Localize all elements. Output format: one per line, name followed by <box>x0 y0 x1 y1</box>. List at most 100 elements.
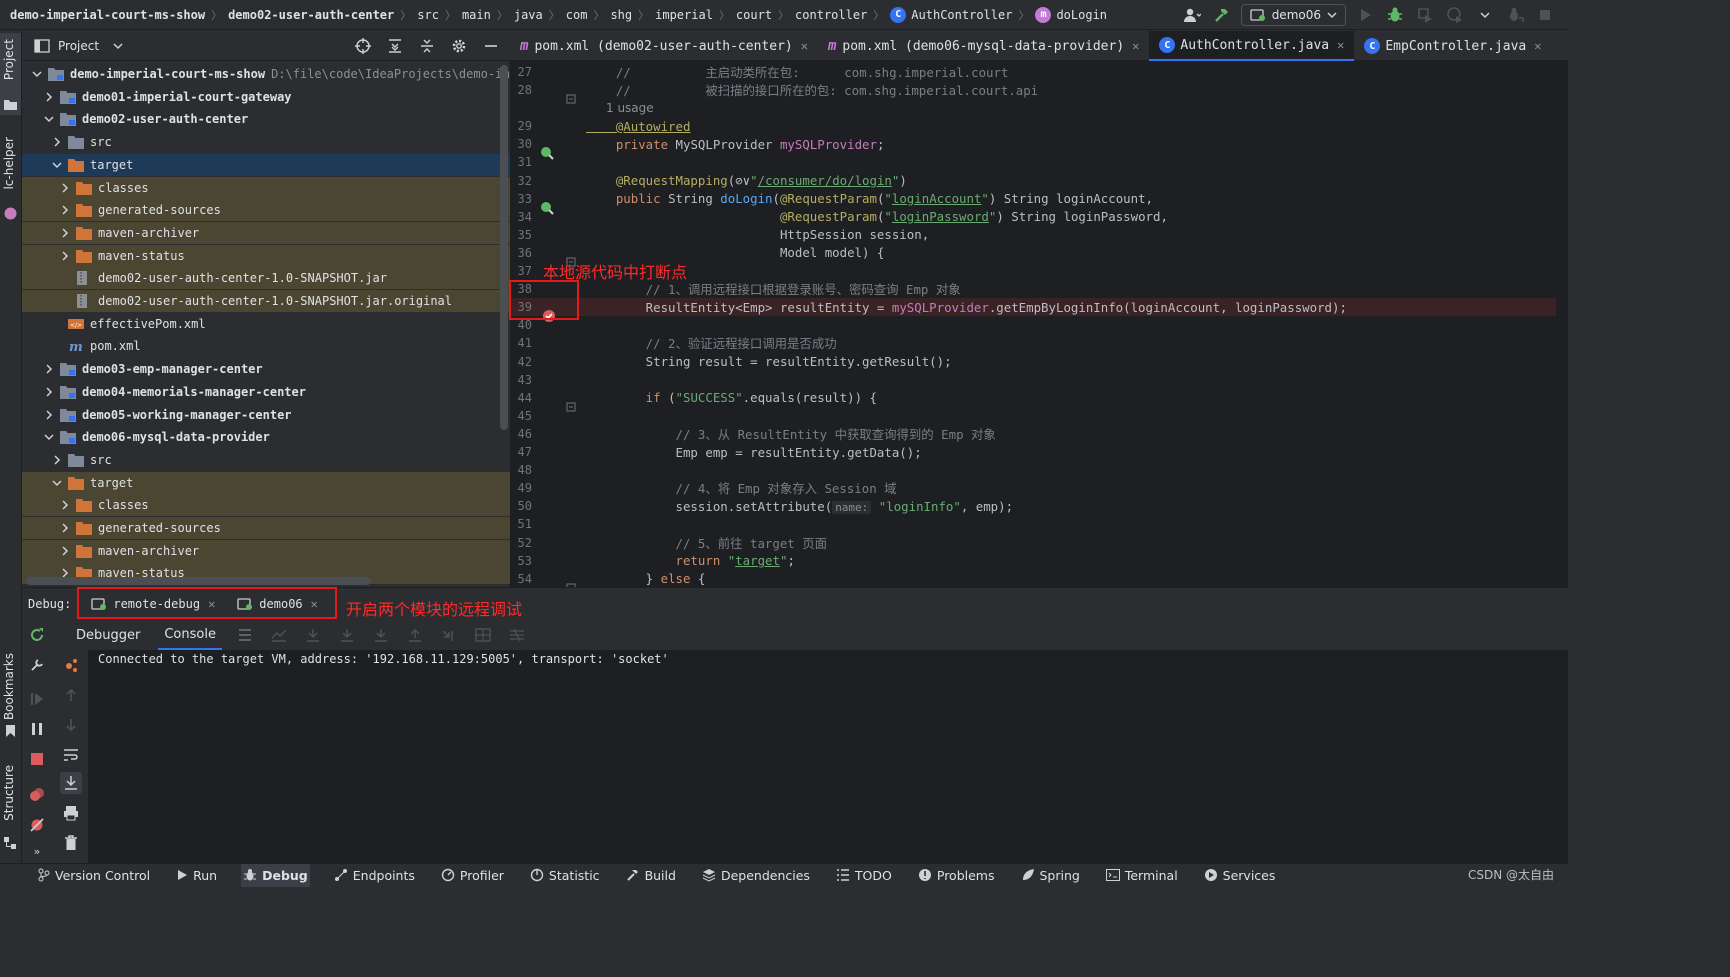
line-number[interactable]: 40 <box>510 318 532 332</box>
tool-window-button[interactable]: Statistic <box>528 864 602 887</box>
code-line[interactable]: 28 // 被扫描的接口所在的包: com.shg.imperial.court… <box>510 81 1568 104</box>
structure-tool-button[interactable]: Structure <box>0 763 21 853</box>
tree-row[interactable]: generated-sources <box>22 517 510 539</box>
line-number[interactable]: 44 <box>510 391 532 405</box>
locate-target-icon[interactable] <box>352 35 374 57</box>
editor-scrollbar[interactable] <box>1556 61 1568 587</box>
attach-debugger-icon[interactable] <box>1504 4 1526 26</box>
tree-row[interactable]: generated-sources <box>22 199 510 222</box>
line-number[interactable]: 52 <box>510 536 532 550</box>
tree-row[interactable]: demo02-user-auth-center-1.0-SNAPSHOT.jar <box>22 267 510 290</box>
line-number[interactable]: 49 <box>510 481 532 495</box>
code-line[interactable]: 52 // 5、前往 target 页面 <box>510 534 1568 552</box>
gear-icon[interactable] <box>448 35 470 57</box>
line-number[interactable]: 30 <box>510 137 532 151</box>
print-icon[interactable] <box>60 802 82 824</box>
coverage-icon[interactable] <box>1414 4 1436 26</box>
line-number[interactable]: 50 <box>510 499 532 513</box>
rerun-icon[interactable] <box>26 624 48 646</box>
soft-wrap-icon[interactable] <box>60 744 82 766</box>
line-number[interactable]: 45 <box>510 409 532 423</box>
project-tool-button[interactable]: Project <box>0 33 21 115</box>
tool-window-button[interactable]: Debug <box>241 863 310 887</box>
tree-row[interactable]: </> effectivePom.xml <box>22 313 510 335</box>
tree-row[interactable]: src <box>22 449 510 471</box>
minimize-icon[interactable] <box>480 35 502 57</box>
line-number[interactable]: 27 <box>510 65 532 79</box>
close-icon[interactable]: ✕ <box>801 39 808 53</box>
chevron-right-icon[interactable] <box>58 498 72 512</box>
line-number[interactable]: 51 <box>510 517 532 531</box>
line-number[interactable]: 36 <box>510 246 532 260</box>
user-icon[interactable] <box>1181 4 1203 26</box>
line-number[interactable]: 43 <box>510 373 532 387</box>
project-tree-horizontal-scrollbar[interactable] <box>26 577 371 585</box>
editor-tab[interactable]: C AuthController.java ✕ <box>1149 31 1355 61</box>
code-line[interactable]: 47 Emp emp = resultEntity.getData(); <box>510 443 1568 461</box>
code-line[interactable]: 33 public String doLogin(@RequestParam("… <box>510 190 1568 215</box>
breadcrumb-item[interactable]: imperial <box>655 8 713 22</box>
chevron-down-icon[interactable] <box>42 430 56 444</box>
tree-row[interactable]: target <box>22 153 510 176</box>
tree-row[interactable]: demo-imperial-court-ms-show D:\file\code\… <box>22 63 510 85</box>
chevron-right-icon[interactable] <box>50 453 64 467</box>
code-line[interactable]: 27 // 主启动类所在包: com.shg.imperial.court <box>510 63 1568 81</box>
view-breakpoints-icon[interactable] <box>26 784 48 806</box>
line-number[interactable]: 42 <box>510 355 532 369</box>
project-panel-title[interactable]: Project <box>58 39 99 53</box>
code-line[interactable]: 43 <box>510 371 1568 389</box>
breadcrumb-item[interactable]: src <box>417 8 439 22</box>
tool-window-button[interactable]: Terminal <box>1104 864 1180 887</box>
line-number[interactable]: 48 <box>510 463 532 477</box>
tool-window-button[interactable]: Version Control <box>36 864 152 887</box>
collapse-all-icon[interactable] <box>416 35 438 57</box>
chevron-right-icon[interactable] <box>58 249 72 263</box>
tool-window-button[interactable]: Spring <box>1019 864 1082 887</box>
scroll-to-end-icon[interactable] <box>60 772 82 794</box>
stop-icon[interactable] <box>1534 4 1556 26</box>
chevron-right-icon[interactable] <box>58 181 72 195</box>
line-number[interactable]: 37 <box>510 264 532 278</box>
run-to-cursor-icon[interactable] <box>438 624 460 646</box>
tab-console[interactable]: Console <box>158 620 222 650</box>
tree-row[interactable]: demo05-working-manager-center <box>22 404 510 426</box>
code-line[interactable]: 30 private MySQLProvider mySQLProvider; <box>510 135 1568 161</box>
evaluate-expression-icon[interactable] <box>472 624 494 646</box>
line-number[interactable]: 53 <box>510 554 532 568</box>
chevron-right-icon[interactable] <box>58 226 72 240</box>
line-number[interactable]: 41 <box>510 336 532 350</box>
code-line[interactable]: 45 <box>510 407 1568 425</box>
lc-helper-tool-button[interactable]: lc-helper <box>0 131 21 226</box>
code-line[interactable]: 34 @RequestParam("loginPassword") String… <box>510 208 1568 226</box>
code-line[interactable]: 39 ResultEntity<Emp> resultEntity = mySQ… <box>510 298 1568 323</box>
build-hammer-icon[interactable] <box>1211 4 1233 26</box>
chevron-down-icon[interactable] <box>30 67 44 81</box>
chevron-right-icon[interactable] <box>42 90 56 104</box>
editor-tab[interactable]: m pom.xml (demo02-user-auth-center) ✕ <box>510 31 818 61</box>
trash-icon[interactable] <box>60 832 82 854</box>
code-line[interactable]: 54 } else { <box>510 570 1568 587</box>
tree-row[interactable]: demo02-user-auth-center-1.0-SNAPSHOT.jar… <box>22 290 510 312</box>
close-icon[interactable]: ✕ <box>1132 39 1139 53</box>
expand-all-icon[interactable] <box>384 35 406 57</box>
more-run-chevron-icon[interactable] <box>1474 4 1496 26</box>
tree-row[interactable]: demo04-memorials-manager-center <box>22 381 510 403</box>
hamburger-menu-icon[interactable] <box>234 624 256 646</box>
line-number[interactable]: 28 <box>510 83 532 97</box>
show-execution-point-icon[interactable] <box>268 624 290 646</box>
breadcrumb-item[interactable]: m doLogin <box>1035 6 1107 23</box>
trace-icon[interactable] <box>506 624 528 646</box>
code-line[interactable]: 48 <box>510 461 1568 479</box>
chevron-right-icon[interactable] <box>50 135 64 149</box>
chevron-down-icon[interactable] <box>50 476 64 490</box>
run-icon[interactable] <box>1354 4 1376 26</box>
stop-icon[interactable] <box>26 748 48 770</box>
chevron-right-icon[interactable] <box>58 203 72 217</box>
line-number[interactable]: 35 <box>510 228 532 242</box>
tree-row[interactable]: target <box>22 471 510 494</box>
step-into-icon[interactable] <box>336 624 358 646</box>
tool-window-button[interactable]: Build <box>624 864 678 887</box>
tree-row[interactable]: demo03-emp-manager-center <box>22 358 510 380</box>
code-line[interactable]: 32 @RequestMapping(⊘∨"/consumer/do/login… <box>510 172 1568 190</box>
editor-tab[interactable]: m pom.xml (demo06-mysql-data-provider) ✕ <box>818 31 1149 61</box>
